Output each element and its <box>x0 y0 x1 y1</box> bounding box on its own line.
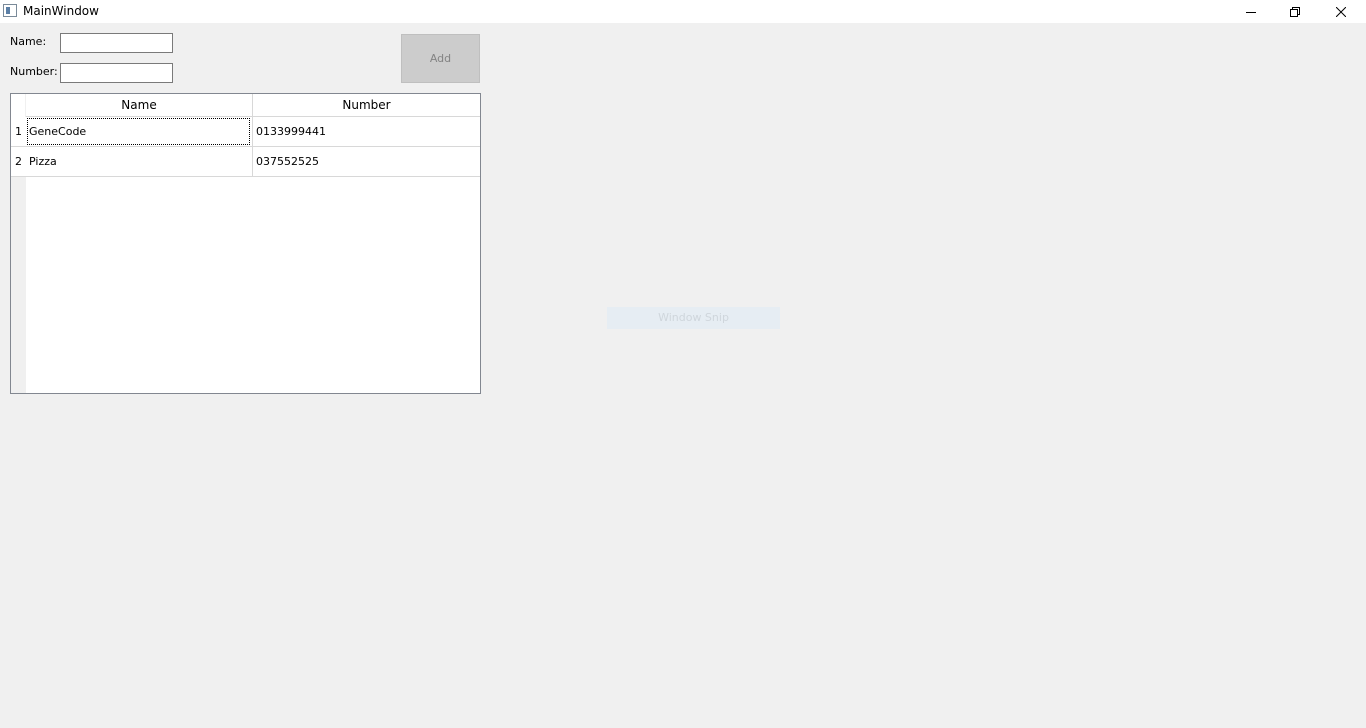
contacts-table[interactable]: Name Number 1 2 GeneCode 0133999441 Pizz… <box>10 93 481 394</box>
table-row[interactable]: GeneCode 0133999441 <box>26 117 480 147</box>
name-input[interactable] <box>60 33 173 53</box>
table-row[interactable]: Pizza 037552525 <box>26 147 480 177</box>
title-bar[interactable]: MainWindow <box>0 0 1366 23</box>
cell-number[interactable]: 037552525 <box>253 147 480 177</box>
row-header-cell[interactable]: 1 <box>11 117 26 147</box>
window-snip-overlay: Window Snip <box>607 307 780 329</box>
table-corner-button[interactable] <box>11 94 26 117</box>
app-window-icon[interactable] <box>3 4 17 17</box>
cell-name[interactable]: Pizza <box>26 147 253 177</box>
number-input[interactable] <box>60 63 173 83</box>
cell-number[interactable]: 0133999441 <box>253 117 480 147</box>
close-icon <box>1336 6 1346 17</box>
minimize-icon <box>1246 11 1256 13</box>
window-title: MainWindow <box>23 4 99 18</box>
minimize-button[interactable] <box>1228 0 1274 23</box>
column-header-name[interactable]: Name <box>26 94 253 117</box>
cell-name[interactable]: GeneCode <box>26 117 253 147</box>
restore-icon <box>1290 6 1300 17</box>
restore-button[interactable] <box>1272 0 1318 23</box>
row-header-cell[interactable]: 2 <box>11 147 26 177</box>
close-button[interactable] <box>1318 0 1364 23</box>
main-window: MainWindow Name: Number: Add Name Number <box>0 0 1366 728</box>
column-header-number[interactable]: Number <box>253 94 480 117</box>
number-label: Number: <box>10 65 58 78</box>
add-button[interactable]: Add <box>401 34 480 83</box>
name-label: Name: <box>10 35 47 48</box>
